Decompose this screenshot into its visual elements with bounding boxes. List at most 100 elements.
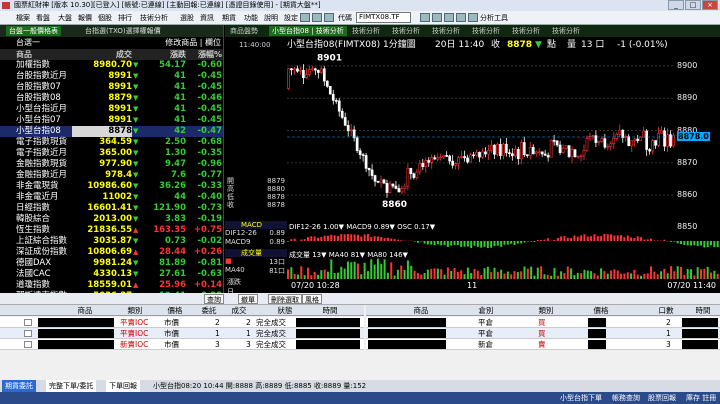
- bottom-tab-3[interactable]: 小型台指08:20 10:44 開:8888 高:8889 低:8885 收:8…: [150, 380, 369, 392]
- candlestick-chart[interactable]: 8901 8860: [287, 53, 675, 221]
- toolbar-icon-3[interactable]: [420, 13, 430, 22]
- chart-tab-0[interactable]: 商品盤勢: [227, 26, 261, 36]
- chart-tab-6[interactable]: 技術分析: [509, 26, 543, 36]
- maximize-button[interactable]: □: [685, 0, 701, 10]
- quote-row[interactable]: 小型台指07 8991 ▼ 41 -0.45: [0, 115, 223, 126]
- menu-item-6[interactable]: 技術分析: [140, 13, 168, 23]
- position-col-1[interactable]: 倉別: [466, 305, 506, 316]
- menu-item-9[interactable]: 期貨: [222, 13, 236, 23]
- quote-row[interactable]: 加權指數 8980.70 ▼ 54.17 -0.60: [0, 60, 223, 71]
- bottom-tab-0[interactable]: 期貨委託: [2, 380, 36, 392]
- quote-row[interactable]: 非金電近月 11002 ▼ 44 -0.40: [0, 192, 223, 203]
- position-col-2[interactable]: 類別: [526, 305, 566, 316]
- order-toolbar-button-0[interactable]: 查詢: [204, 294, 224, 304]
- row-checkbox[interactable]: [24, 319, 32, 326]
- menu-item-4[interactable]: 個股: [98, 13, 112, 23]
- position-row[interactable]: 新倉 賣 3: [366, 339, 720, 350]
- order-col-2[interactable]: 價格: [160, 305, 190, 316]
- menu-item-12[interactable]: 設定: [284, 13, 298, 23]
- row-checkbox[interactable]: [24, 330, 32, 337]
- status-item-1[interactable]: 帳務查詢: [612, 392, 640, 404]
- quote-row[interactable]: 台股指數07 8991 ▼ 41 -0.45: [0, 82, 223, 93]
- candle-body: [657, 133, 660, 146]
- analysis-tools-menu[interactable]: 分析工具: [480, 13, 508, 23]
- order-col-0[interactable]: 商品: [40, 305, 130, 316]
- chart-tab-5[interactable]: 技術分析: [469, 26, 503, 36]
- position-col-0[interactable]: 商品: [386, 305, 456, 316]
- status-item-2[interactable]: 股票回報: [648, 392, 676, 404]
- quote-row[interactable]: 小型台指近月 8991 ▼ 41 -0.45: [0, 104, 223, 115]
- position-col-3[interactable]: 價格: [566, 305, 636, 316]
- menu-item-11[interactable]: 說明: [264, 13, 278, 23]
- close-button[interactable]: ×: [702, 0, 718, 10]
- order-col-1[interactable]: 類別: [120, 305, 150, 316]
- menu-item-2[interactable]: 大盤: [58, 13, 72, 23]
- toolbar-icon-4[interactable]: [432, 13, 442, 22]
- position-col-5[interactable]: 時間: [686, 305, 720, 316]
- group-name[interactable]: 台選一: [16, 37, 40, 49]
- menu-item-1[interactable]: 看盤: [36, 13, 50, 23]
- toolbar-icon-6[interactable]: [456, 13, 466, 22]
- bottom-tab-2[interactable]: 下單回報: [106, 380, 140, 392]
- change-value: -1 (-0.01%): [617, 40, 668, 50]
- chart-tab-4[interactable]: 技術分析: [429, 26, 463, 36]
- row-checkbox[interactable]: [24, 341, 32, 348]
- chart-tab-2[interactable]: 技術分析: [349, 26, 383, 36]
- quote-row[interactable]: 金融指數近月 978.4 ▼ 7.6 -0.77: [0, 170, 223, 181]
- chart-tab-1[interactable]: 小型台指08 | 技術分析: [269, 26, 347, 36]
- code-input[interactable]: FIMTX08.TF: [356, 12, 411, 23]
- order-row[interactable]: 平賣IOC 市價 2 2 完全成交: [0, 317, 364, 328]
- menu-item-10[interactable]: 功能: [244, 13, 258, 23]
- chart-tab-3[interactable]: 技術分析: [389, 26, 423, 36]
- order-col-3[interactable]: 委託: [195, 305, 223, 316]
- col-change[interactable]: 漲跌: [138, 49, 186, 60]
- col-name[interactable]: 商品: [16, 49, 32, 60]
- order-row[interactable]: 平賣IOC 市價 1 1 完全成交: [0, 328, 364, 339]
- quote-row[interactable]: 韓股綜合 2013.00 ▼ 3.83 -0.19: [0, 214, 223, 225]
- quote-row[interactable]: 電子指數近月 365.00 ▼ 1.30 -0.35: [0, 148, 223, 159]
- quote-row[interactable]: 恆生指數 21836.55 ▲ 163.35 +0.75: [0, 225, 223, 236]
- toolbar-icon-7[interactable]: [468, 13, 478, 22]
- quote-row[interactable]: 法國CAC 4330.13 ▼ 27.61 -0.63: [0, 269, 223, 280]
- order-toolbar-button-1[interactable]: 撤單: [238, 294, 258, 304]
- quote-row[interactable]: 台股指數近月 8991 ▼ 41 -0.45: [0, 71, 223, 82]
- position-row[interactable]: 平倉 買 1: [366, 328, 720, 339]
- menu-item-3[interactable]: 報價: [78, 13, 92, 23]
- tab-general-price[interactable]: 台盤一般價格表: [6, 26, 61, 36]
- chart-tab-7[interactable]: 技術分析: [549, 26, 583, 36]
- menu-item-5[interactable]: 排行: [118, 13, 132, 23]
- order-toolbar-button-2[interactable]: 刪除選取: [268, 294, 302, 304]
- order-col-4[interactable]: 成交: [225, 305, 253, 316]
- quote-row[interactable]: 上証綜合指數 3035.87 ▼ 0.73 -0.02: [0, 236, 223, 247]
- quote-row[interactable]: 深証成份指數 10806.69 ▲ 28.44 +0.26: [0, 247, 223, 258]
- menu-item-8[interactable]: 資訊: [200, 13, 214, 23]
- status-item-3[interactable]: 庫存 註冊: [686, 392, 716, 404]
- toolbar-icon-1[interactable]: [312, 13, 322, 22]
- position-col-4[interactable]: 口數: [646, 305, 686, 316]
- status-item-0[interactable]: 小型台指下單: [560, 392, 602, 404]
- quote-row[interactable]: 台股指數08 8879 ▼ 41 -0.46: [0, 93, 223, 104]
- tab-txo-options[interactable]: 台指選(TXO)選擇權報價: [82, 26, 164, 36]
- quote-row[interactable]: 非金電現貨 10986.60 ▼ 36.26 -0.33: [0, 181, 223, 192]
- quote-row[interactable]: 日經指數 16601.41 ▼ 121.90 -0.73: [0, 203, 223, 214]
- quote-row[interactable]: 金融指數現貨 977.90 ▼ 9.47 -0.96: [0, 159, 223, 170]
- quote-row[interactable]: 小型台指08 8878 ▼ 42 -0.47: [0, 126, 223, 137]
- menu-item-7[interactable]: 選股: [180, 13, 194, 23]
- order-col-6[interactable]: 時間: [300, 305, 360, 316]
- col-price[interactable]: 成交: [72, 49, 132, 60]
- toolbar-icon-2[interactable]: [324, 13, 334, 22]
- quote-row[interactable]: 電子指數現貨 364.59 ▼ 2.50 -0.68: [0, 137, 223, 148]
- position-row[interactable]: 平倉 買 2: [366, 317, 720, 328]
- menu-item-0[interactable]: 檔案: [16, 13, 30, 23]
- toolbar-icon-5[interactable]: [444, 13, 454, 22]
- toolbar-icon-0[interactable]: [300, 13, 310, 22]
- quote-row[interactable]: 道瓊指數 18559.01 ▲ 25.96 +0.14: [0, 280, 223, 291]
- bottom-tab-1[interactable]: 完整下單/委託: [46, 380, 97, 392]
- volume-bar: [603, 271, 606, 279]
- order-toolbar-button-3[interactable]: 風格: [302, 294, 322, 304]
- modify-columns-link[interactable]: 修改商品 | 欄位: [165, 37, 221, 49]
- order-row[interactable]: 新賣IOC 市價 3 3 完全成交: [0, 339, 364, 350]
- minimize-button[interactable]: _: [668, 0, 684, 10]
- quote-row[interactable]: 德國DAX 9981.24 ▼ 81.89 -0.81: [0, 258, 223, 269]
- col-pct[interactable]: 漲幅%: [188, 49, 222, 60]
